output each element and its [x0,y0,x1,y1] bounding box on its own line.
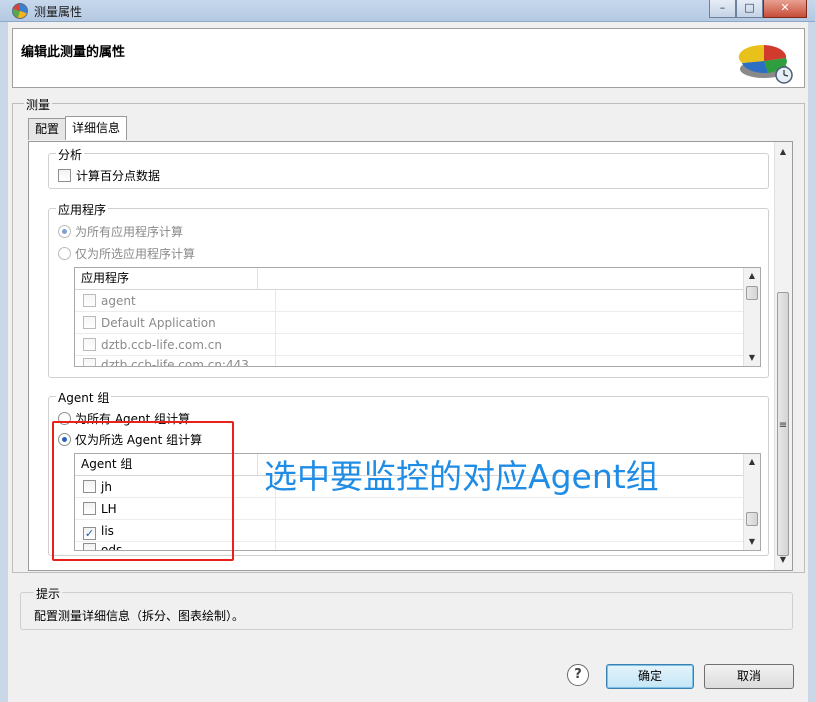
percentile-checkbox-label: 计算百分点数据 [76,169,161,183]
app-icon [12,3,28,19]
radio-all-agents-label: 为所有 Agent 组计算 [75,412,191,426]
app-row-label: agent [101,294,136,308]
table-row: dztb.ccb-life.com.cn [75,334,760,356]
ok-button[interactable]: 确定 [606,664,694,689]
percentile-checkbox-row[interactable]: 计算百分点数据 [58,167,160,184]
table-row: dztb.ccb-life.com.cn:443 [75,356,760,367]
agent-group-label: Agent 组 [56,389,112,406]
window-border [808,22,815,702]
table-row: ✓ lis [75,520,760,542]
radio-all-apps[interactable] [58,225,71,238]
app-row-label: dztb.ccb-life.com.cn [101,338,222,352]
table-row: LH [75,498,760,520]
radio-selected-agents[interactable] [58,433,71,446]
applications-table: 应用程序 agent Default Application dztb.ccb-… [74,267,761,367]
measure-group-label: 测量 [24,96,53,113]
title-bar: 测量属性 – □ ✕ [0,0,815,22]
percentile-checkbox[interactable] [58,169,71,182]
radio-all-apps-label: 为所有应用程序计算 [75,225,184,239]
agent-row-label: lis [101,524,114,538]
hint-text: 配置测量详细信息（拆分、图表绘制）。 [34,609,245,623]
scroll-up-arrow-icon[interactable]: ▲ [744,268,760,284]
minimize-button[interactable]: – [709,0,736,18]
agent-row-label: ods [101,543,123,551]
window-title: 测量属性 [34,5,83,19]
agent-row-checkbox[interactable] [83,502,96,515]
applications-table-header: 应用程序 [75,268,760,290]
scroll-up-arrow-icon[interactable]: ▲ [775,144,791,160]
table-row: Default Application [75,312,760,334]
app-row-checkbox[interactable] [83,294,96,307]
annotation-text: 选中要监控的对应Agent组 [264,457,659,496]
app-row-label: dztb.ccb-life.com.cn:443 [101,358,249,367]
radio-selected-apps[interactable] [58,247,71,260]
window-controls: – □ ✕ [709,0,807,18]
table-row: ods [75,542,760,551]
help-icon[interactable]: ? [567,664,589,686]
radio-selected-apps-label: 仅为所选应用程序计算 [75,247,196,261]
radio-selected-apps-row[interactable]: 仅为所选应用程序计算 [58,245,195,262]
app-row-label: Default Application [101,316,216,330]
agent-group-table-scrollbar[interactable]: ▲ ▼ [743,454,760,550]
chart-logo-icon [738,44,793,84]
app-row-checkbox[interactable] [83,338,96,351]
agent-row-label: LH [101,502,117,516]
applications-label: 应用程序 [56,201,109,218]
applications-table-scrollbar[interactable]: ▲ ▼ [743,268,760,366]
radio-all-agents[interactable] [58,412,71,425]
maximize-button[interactable]: □ [736,0,763,18]
dialog-heading: 编辑此测量的属性 [21,45,126,60]
tab-details[interactable]: 详细信息 [65,116,128,140]
scroll-up-arrow-icon[interactable]: ▲ [744,454,760,470]
radio-selected-agents-row[interactable]: 仅为所选 Agent 组计算 [58,431,202,448]
scroll-down-arrow-icon[interactable]: ▼ [744,534,760,550]
scroll-thumb[interactable] [746,286,758,300]
radio-all-agents-row[interactable]: 为所有 Agent 组计算 [58,410,190,427]
app-row-checkbox[interactable] [83,358,96,366]
analysis-label: 分析 [56,146,85,163]
app-row-checkbox[interactable] [83,316,96,329]
tab-page-scrollbar[interactable]: ▲ ≡ ▼ [774,142,792,570]
agent-row-label: jh [101,480,112,494]
scroll-down-arrow-icon[interactable]: ▼ [744,350,760,366]
scroll-grip-icon: ≡ [778,420,788,431]
radio-selected-agents-label: 仅为所选 Agent 组计算 [75,433,203,447]
agent-row-checkbox[interactable] [83,480,96,493]
tab-config[interactable]: 配置 [28,118,67,140]
agent-row-checkbox-checked[interactable]: ✓ [83,527,96,540]
dialog-header: 编辑此测量的属性 [12,28,805,88]
radio-all-apps-row[interactable]: 为所有应用程序计算 [58,223,183,240]
cancel-button[interactable]: 取消 [704,664,794,689]
table-row: agent [75,290,760,312]
agent-row-checkbox[interactable] [83,543,96,550]
scroll-thumb[interactable] [746,512,758,526]
scroll-down-arrow-icon[interactable]: ▼ [775,552,791,568]
close-button[interactable]: ✕ [763,0,807,18]
hint-label: 提示 [34,585,63,602]
tab-strip: 配置 详细信息 [28,116,128,140]
